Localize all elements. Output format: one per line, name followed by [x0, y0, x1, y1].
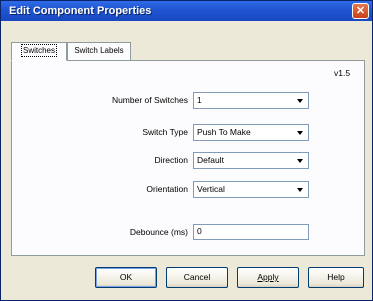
debounce-input[interactable]: 0: [193, 224, 309, 240]
orientation-value: Vertical: [197, 184, 225, 194]
close-button[interactable]: ✕: [352, 3, 369, 19]
ok-button[interactable]: OK: [95, 267, 157, 288]
direction-value: Default: [197, 155, 224, 165]
close-icon: ✕: [355, 5, 366, 17]
direction-label: Direction: [154, 155, 188, 165]
chevron-down-icon[interactable]: [294, 154, 307, 167]
chevron-down-icon[interactable]: [294, 126, 307, 139]
orientation-label: Orientation: [146, 184, 188, 194]
title-bar[interactable]: Edit Component Properties ✕: [1, 1, 372, 21]
orientation-select[interactable]: Vertical: [193, 181, 309, 198]
chevron-down-icon[interactable]: [294, 183, 307, 196]
num-switches-label: Number of Switches: [111, 95, 188, 105]
debounce-label: Debounce (ms): [129, 227, 188, 237]
num-switches-value: 1: [197, 95, 202, 105]
apply-button[interactable]: Apply: [237, 267, 299, 288]
apply-label: Apply: [257, 272, 279, 282]
tab-switch-labels[interactable]: Switch Labels: [67, 42, 131, 60]
dialog-window: Edit Component Properties ✕ Switches Swi…: [0, 0, 373, 301]
tab-switches[interactable]: Switches: [11, 42, 67, 61]
version-label: v1.5: [334, 68, 351, 78]
switch-type-select[interactable]: Push To Make: [193, 124, 309, 141]
window-title: Edit Component Properties: [9, 5, 152, 17]
switches-panel: v1.5 Number of Switches 1 Switch Type Pu…: [11, 60, 365, 256]
help-button[interactable]: Help: [308, 267, 364, 288]
cancel-button[interactable]: Cancel: [166, 267, 228, 288]
num-switches-select[interactable]: 1: [193, 92, 309, 109]
direction-select[interactable]: Default: [193, 152, 309, 169]
chevron-down-icon[interactable]: [294, 94, 307, 107]
switch-type-value: Push To Make: [197, 127, 251, 137]
button-bar: OK Cancel Apply Help: [1, 267, 373, 297]
switch-type-label: Switch Type: [142, 127, 188, 137]
